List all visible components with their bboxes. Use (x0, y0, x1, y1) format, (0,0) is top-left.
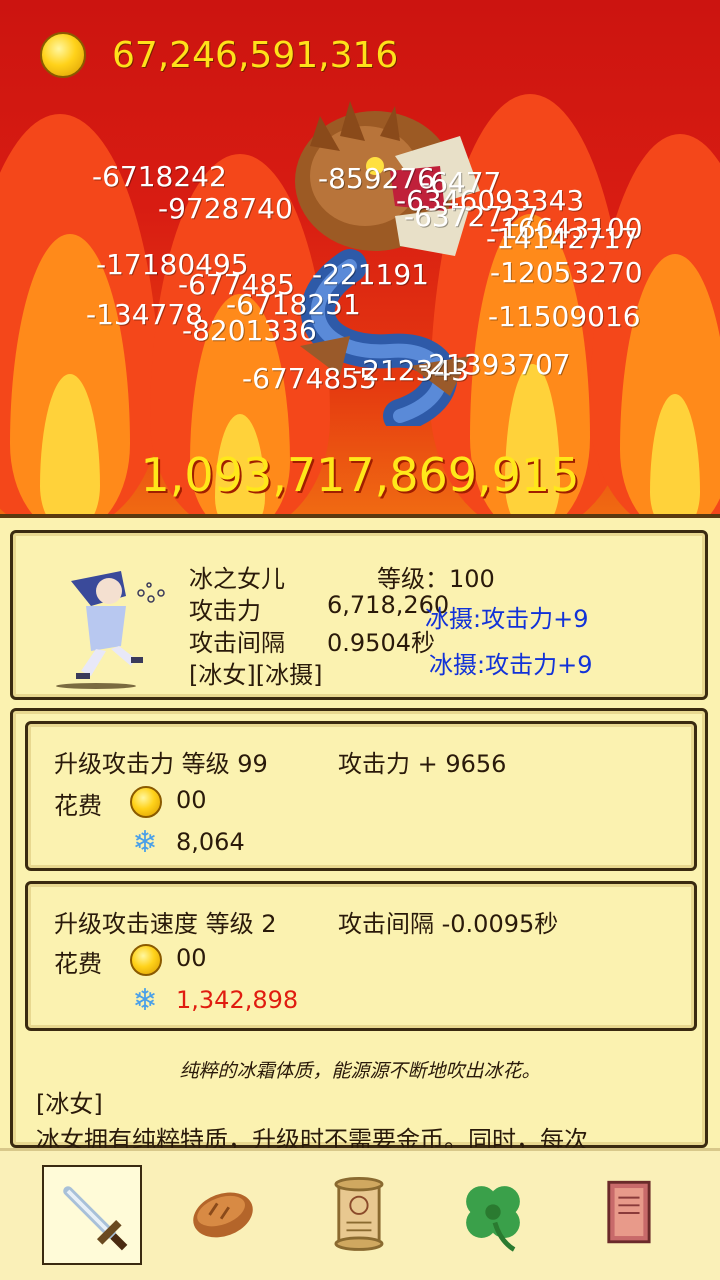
damage-number: -21393707 (418, 348, 571, 381)
nav-scroll-tab[interactable] (310, 1165, 410, 1265)
nav-heroes-tab[interactable] (42, 1165, 142, 1265)
upgrade-speed-button[interactable]: 升级攻击速度 等级 2 攻击间隔 -0.0095秒 花费 00 ❄ 1,342,… (25, 881, 697, 1031)
damage-number: -9728740 (158, 192, 293, 225)
hero-panel: 冰之女儿 等级：100 攻击力 6,718,260 攻击间隔 0.9504秒 [… (0, 514, 720, 1154)
gold-cost: 00 (176, 786, 207, 814)
damage-number: -12053270 (490, 256, 643, 289)
nav-book-tab[interactable] (580, 1165, 680, 1265)
damage-numbers: -6718242 -9728740 -859276 -6477 -6346093343-… (0, 0, 720, 514)
interval-label: 攻击间隔 (189, 629, 285, 657)
interval-value: 0.9504秒 (327, 629, 435, 657)
damage-number: -11509016 (488, 300, 641, 333)
hero-tags: [冰女][冰摄] (189, 661, 323, 689)
cost-label: 花费 (54, 792, 102, 820)
gold-coin-icon (130, 786, 162, 818)
damage-number: -14142717 (486, 222, 639, 255)
clover-icon (466, 1186, 520, 1252)
upgrade-title: 升级攻击速度 等级 2 (54, 910, 277, 938)
gold-cost: 00 (176, 944, 207, 972)
buff-label-1: 冰摄:攻击力+9 (425, 605, 589, 633)
bottom-nav (0, 1148, 720, 1280)
hero-flavor-text: 纯粹的冰霜体质，能源源不断地吹出冰花。 (179, 1060, 541, 1082)
upgrade-attack-button[interactable]: 升级攻击力 等级 99 攻击力 + 9656 花费 00 ❄ 8,064 (25, 721, 697, 871)
hero-name: 冰之女儿 (189, 565, 285, 593)
hero-card[interactable]: 冰之女儿 等级：100 攻击力 6,718,260 攻击间隔 0.9504秒 [… (10, 530, 708, 700)
sword-icon (63, 1186, 128, 1251)
buff-label-2: 冰摄:攻击力+9 (429, 651, 593, 679)
upgrade-effect: 攻击力 + 9656 (338, 750, 507, 778)
book-icon (607, 1180, 651, 1244)
upgrade-effect: 攻击间隔 -0.0095秒 (338, 910, 559, 938)
hero-level: 等级：100 (377, 565, 495, 593)
battle-area[interactable]: 67,246,591,316 -6718242 -9728740 -859276 -6… (0, 0, 720, 514)
gold-coin-icon (130, 944, 162, 976)
snowflake-icon: ❄ (132, 983, 158, 1018)
nav-luck-tab[interactable] (445, 1165, 545, 1265)
snowflake-icon: ❄ (132, 825, 158, 860)
scroll-icon (334, 1177, 384, 1251)
trait-title: [冰女] (36, 1090, 103, 1118)
damage-number: -6718242 (92, 160, 227, 193)
ice-cost: 1,342,898 (176, 986, 299, 1014)
boss-hp: 1,093,717,869,915 (140, 448, 580, 502)
damage-number: -221191 (312, 258, 429, 291)
nav-food-tab[interactable] (175, 1165, 275, 1265)
damage-number: -8201336 (182, 314, 317, 347)
ice-cost: 8,064 (176, 828, 245, 856)
upgrade-title: 升级攻击力 等级 99 (54, 750, 268, 778)
cost-label: 花费 (54, 950, 102, 978)
bread-icon (193, 1192, 253, 1238)
attack-label: 攻击力 (189, 597, 261, 625)
ice-girl-portrait (56, 571, 165, 689)
